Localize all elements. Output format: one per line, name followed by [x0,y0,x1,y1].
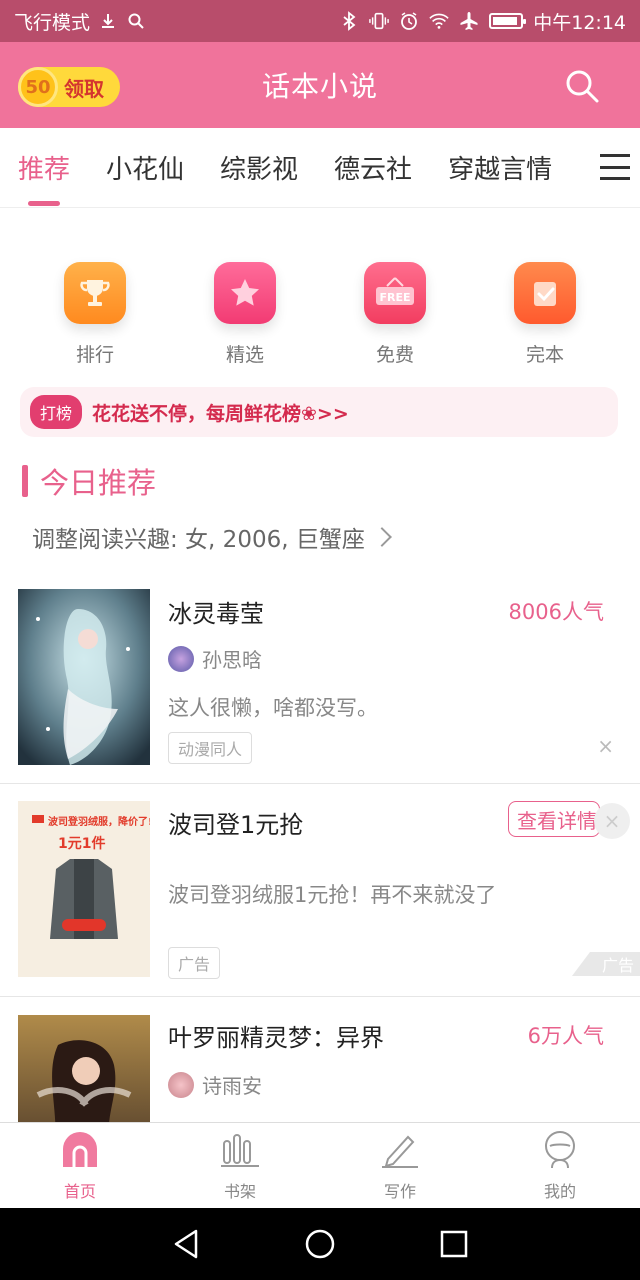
ad-description: 波司登羽绒服1元抢！再不来就没了 [168,883,497,907]
quick-entries: 排行 精选 FREE 免费 完本 [0,262,640,372]
svg-text:FREE: FREE [379,291,410,304]
home-circle-icon[interactable] [304,1228,336,1260]
free-sign-icon: FREE [364,262,426,324]
ad-cover-headline: 波司登羽绒服，降价了! [48,817,150,828]
section-accent-bar [22,465,28,497]
nav-bookshelf[interactable]: 书架 [160,1123,320,1208]
book-card[interactable]: 叶罗丽精灵梦：异界 6万人气 诗雨安 [0,998,640,1122]
free-entry[interactable]: FREE 免费 [320,262,470,372]
claim-label: 领取 [64,76,104,101]
featured-entry[interactable]: 精选 [170,262,320,372]
adjust-interest-link[interactable]: 调整阅读兴趣: 女, 2006, 巨蟹座 [32,520,392,554]
vibrate-icon [369,11,390,31]
author-name: 孙思晗 [202,648,262,672]
banner-tag: 打榜 [30,395,83,429]
ranking-entry[interactable]: 排行 [20,262,170,372]
interest-text: 调整阅读兴趣: 女, 2006, 巨蟹座 [32,527,365,553]
book-cover-image [18,1015,150,1122]
menu-icon[interactable] [600,154,630,180]
battery-icon [489,13,527,29]
pen-icon [380,1130,420,1170]
coin-icon: 50 [18,67,58,107]
star-icon [214,262,276,324]
bookshelf-icon [220,1130,260,1170]
airplane-mode-text: 飞行模式 [14,11,91,34]
avatar [168,645,194,672]
banner-text: 花花送不停，每周鲜花榜❀>> [92,402,349,425]
search-small-icon [126,11,146,31]
book-description: 这人很懒，啥都没写。 [168,696,378,720]
author[interactable]: 诗雨安 [168,1070,262,1099]
view-details-button[interactable]: 查看详情 [508,801,600,837]
check-note-icon [514,262,576,324]
book-title: 冰灵毒莹 [168,600,264,628]
nav-profile[interactable]: 我的 [480,1123,640,1208]
app-header: 50 领取 话本小说 [0,42,640,128]
back-icon[interactable] [172,1229,200,1259]
tab-time-travel-romance[interactable]: 穿越言情 [430,128,570,208]
nav-profile-label: 我的 [543,1181,576,1201]
claim-coins-button[interactable]: 50 领取 [18,67,120,107]
ranking-label: 排行 [75,344,114,366]
profile-icon [540,1130,580,1170]
trophy-icon [64,262,126,324]
status-bar: 飞行模式 中午12:14 [0,0,640,42]
ad-title: 波司登1元抢 [168,811,304,839]
avatar [168,1071,194,1098]
bluetooth-icon [339,11,359,31]
book-title: 叶罗丽精灵梦：异界 [168,1024,384,1052]
author[interactable]: 孙思晗 [168,644,262,673]
free-label: 免费 [375,344,414,366]
book-tag[interactable]: 动漫同人 [168,732,253,764]
category-tabs: 推荐 小花仙 综影视 德云社 穿越言情 [0,128,640,208]
system-navigation-bar [0,1208,640,1280]
nav-write-label: 写作 [383,1181,416,1201]
airplane-icon [459,11,479,31]
book-cover-image [18,589,150,765]
popularity: 8006人气 [508,600,604,624]
ad-tag: 广告 [168,947,221,979]
ad-card[interactable]: 波司登羽绒服，降价了! 1元1件 波司登1元抢 查看详情 × 波司登羽绒服1元抢… [0,785,640,997]
chevron-right-icon [371,527,392,547]
dismiss-icon[interactable]: × [597,734,614,758]
download-icon [98,11,118,31]
section-header: 今日推荐 [22,460,156,502]
home-icon [60,1130,100,1170]
completed-label: 完本 [525,344,564,366]
search-icon[interactable] [564,68,600,104]
completed-entry[interactable]: 完本 [470,262,620,372]
clock: 中午12:14 [533,11,626,34]
alarm-icon [399,11,419,31]
author-name: 诗雨安 [202,1074,262,1098]
tab-recommend[interactable]: 推荐 [0,128,88,208]
close-ad-icon[interactable]: × [594,803,630,839]
flower-ranking-banner[interactable]: 打榜 花花送不停，每周鲜花榜❀>> [20,387,618,437]
nav-write[interactable]: 写作 [320,1123,480,1208]
popularity: 6万人气 [527,1024,604,1048]
book-card[interactable]: 冰灵毒莹 8006人气 孙思晗 这人很懒，啥都没写。 动漫同人 × [0,576,640,784]
nav-bookshelf-label: 书架 [223,1181,256,1201]
wifi-icon [429,11,449,31]
ad-cover-price: 1元1件 [58,836,106,852]
app-title: 话本小说 [261,70,378,103]
ad-cover-image: 波司登羽绒服，降价了! 1元1件 [18,801,150,977]
tab-deyunshe[interactable]: 德云社 [316,128,430,208]
section-title: 今日推荐 [40,466,157,500]
recents-icon[interactable] [440,1230,468,1258]
tab-xiaohuaxian[interactable]: 小花仙 [88,128,202,208]
nav-home-label: 首页 [63,1181,96,1201]
tab-film-tv[interactable]: 综影视 [202,128,316,208]
bottom-navigation: 首页 书架 写作 我的 [0,1122,640,1208]
nav-home[interactable]: 首页 [0,1123,160,1208]
featured-label: 精选 [225,344,264,366]
ad-corner-badge: 广告 [571,952,640,976]
